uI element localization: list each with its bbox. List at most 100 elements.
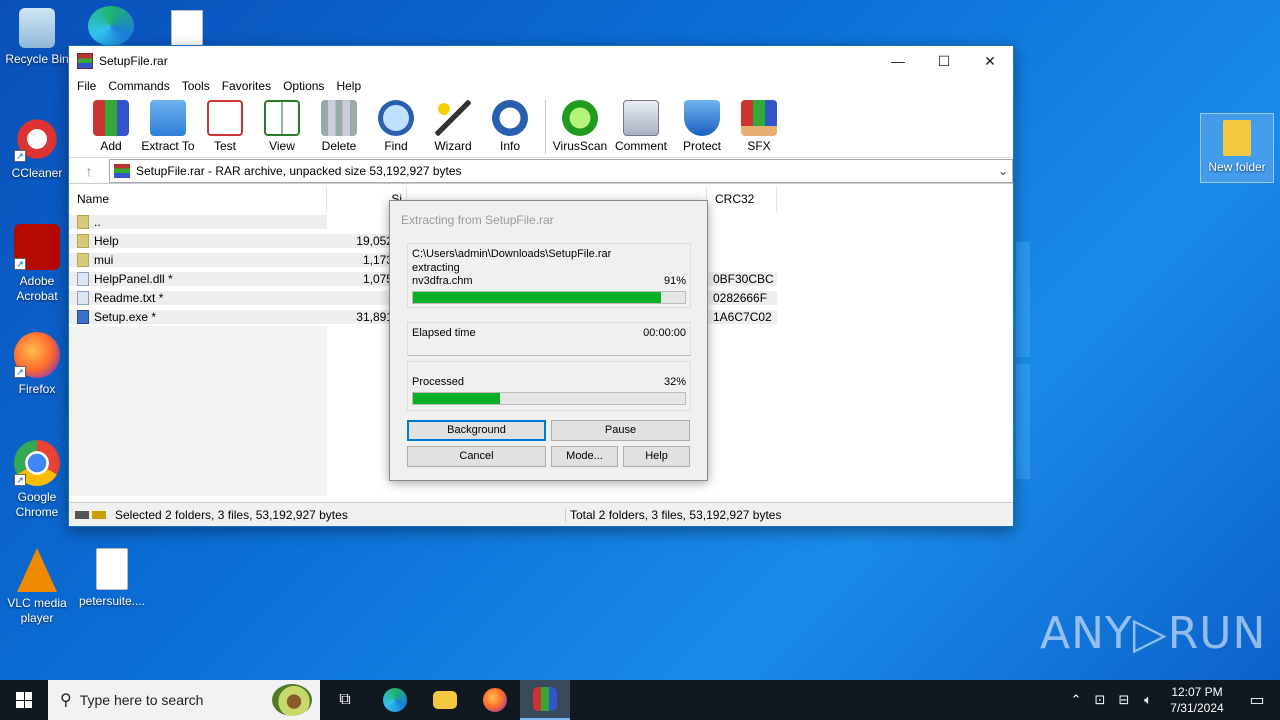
file-progress-bar — [412, 290, 686, 304]
start-button[interactable] — [0, 680, 48, 720]
menu-options[interactable]: Options — [277, 79, 330, 93]
menu-file[interactable]: File — [71, 79, 102, 93]
rar-archive-icon — [114, 163, 130, 178]
toolbar-add-button[interactable]: Add — [83, 100, 139, 153]
key-icon — [92, 510, 106, 519]
shortcut-arrow-icon: ↗ — [14, 150, 26, 162]
toolbar-label: Wizard — [434, 139, 472, 153]
folder-icon — [77, 252, 89, 267]
help-button[interactable]: Help — [623, 446, 690, 467]
image-file-desktop-icon[interactable] — [171, 10, 203, 46]
archive-path-field[interactable]: SetupFile.rar - RAR archive, unpacked si… — [109, 158, 1013, 183]
network-icon[interactable]: ⊟ — [1112, 692, 1136, 708]
taskbar-firefox[interactable] — [470, 680, 520, 720]
toolbar-label: Delete — [321, 139, 357, 153]
desktop-icon-petersuite[interactable]: petersuite.... — [76, 548, 148, 609]
magnifier-icon — [378, 100, 414, 136]
drive-icon — [75, 510, 89, 519]
clock[interactable]: 12:07 PM 7/31/2024 — [1160, 684, 1234, 716]
notification-icon[interactable]: ▭ — [1234, 690, 1280, 710]
comment-icon — [623, 100, 659, 136]
toolbar-comment-button[interactable]: Comment — [609, 100, 673, 153]
taskbar: ⚲ Type here to search ⧉ ⌃ ⊡ ⊟ 🔈︎ 12:07 P… — [0, 680, 1280, 720]
desktop-icon-recycle-bin[interactable]: Recycle Bin — [1, 8, 73, 67]
maximize-button[interactable]: ☐ — [921, 46, 967, 76]
archive-path-text: SetupFile.rar - RAR archive, unpacked si… — [136, 163, 462, 178]
archive-path: C:\Users\admin\Downloads\SetupFile.rar — [412, 248, 612, 260]
menu-commands[interactable]: Commands — [102, 79, 175, 93]
mode-button[interactable]: Mode... — [551, 446, 618, 467]
processed-progress-fill — [413, 392, 501, 404]
toolbar-find-button[interactable]: Find — [368, 100, 424, 153]
clock-time: 12:07 PM — [1171, 685, 1223, 699]
shortcut-arrow-icon: ↗ — [14, 258, 26, 270]
dialog-title[interactable]: Extracting from SetupFile.rar — [390, 201, 707, 237]
info-icon — [492, 100, 528, 136]
vlc-cone-icon — [17, 548, 57, 592]
menu-help[interactable]: Help — [330, 79, 367, 93]
edge-desktop-icon[interactable] — [88, 6, 134, 46]
toolbar-delete-button[interactable]: Delete — [311, 100, 367, 153]
toolbar-info-button[interactable]: Info — [482, 100, 538, 153]
status-bar: Selected 2 folders, 3 files, 53,192,927 … — [69, 502, 1013, 526]
trash-icon — [321, 100, 357, 136]
toolbar-virusscan-button[interactable]: VirusScan — [552, 100, 608, 153]
file-crc: 0282666F — [707, 290, 777, 305]
menu-tools[interactable]: Tools — [176, 79, 216, 93]
desktop-icon-new-folder[interactable]: New folder — [1200, 113, 1274, 183]
task-view-icon: ⧉ — [339, 691, 351, 708]
taskbar-file-explorer[interactable] — [420, 680, 470, 720]
volume-icon[interactable]: 🔈︎ — [1136, 692, 1160, 708]
folder-icon — [77, 214, 89, 229]
toolbar-sfx-button[interactable]: SFX — [731, 100, 787, 153]
file-crc: 1A6C7C02 — [707, 309, 777, 324]
toolbar-test-button[interactable]: Test — [197, 100, 253, 153]
toolbar-label: Test — [213, 139, 236, 153]
column-header-crc32[interactable]: CRC32 — [707, 186, 777, 212]
firefox-icon — [483, 688, 507, 712]
desktop-icon-ccleaner[interactable]: ↗ CCleaner — [1, 116, 73, 181]
recycle-bin-icon — [19, 8, 55, 48]
anyrun-watermark: ANY▷RUN — [1040, 608, 1267, 659]
background-button[interactable]: Background — [407, 420, 546, 441]
toolbar-extract-to-button[interactable]: Extract To — [140, 100, 196, 153]
up-arrow-icon[interactable]: ↑ — [69, 163, 109, 179]
minimize-button[interactable]: — — [875, 46, 921, 76]
desktop-icon-firefox[interactable]: ↗ Firefox — [1, 332, 73, 397]
desktop-icon-label: Adobe Acrobat — [16, 274, 58, 303]
desktop-icon-vlc[interactable]: VLC media player — [1, 548, 73, 626]
close-button[interactable]: ✕ — [967, 46, 1013, 76]
device-icon[interactable]: ⊡ — [1088, 692, 1112, 708]
processed-progress-bar — [412, 391, 686, 405]
chevron-up-icon[interactable]: ⌃ — [1064, 692, 1088, 708]
sfx-box-icon — [741, 100, 777, 136]
menu-favorites[interactable]: Favorites — [216, 79, 277, 93]
elapsed-label: Elapsed time — [412, 327, 476, 339]
desktop-icon-label: New folder — [1208, 160, 1266, 174]
column-header-name[interactable]: Name — [69, 186, 327, 212]
chevron-down-icon[interactable]: ⌄ — [994, 164, 1012, 178]
file-name: Help — [94, 233, 119, 248]
shield-icon — [684, 100, 720, 136]
taskbar-search-box[interactable]: ⚲ Type here to search — [48, 680, 320, 720]
toolbar-label: Info — [499, 139, 520, 153]
desktop-light-beam — [1016, 364, 1030, 479]
toolbar-view-button[interactable]: View — [254, 100, 310, 153]
pause-button[interactable]: Pause — [551, 420, 690, 441]
toolbar-protect-button[interactable]: Protect — [674, 100, 730, 153]
task-view-button[interactable]: ⧉ — [320, 680, 370, 720]
desktop-icon-google-chrome[interactable]: ↗ Google Chrome — [1, 440, 73, 520]
toolbar-wizard-button[interactable]: Wizard — [425, 100, 481, 153]
taskbar-winrar[interactable] — [520, 680, 570, 720]
toolbar-label: View — [269, 139, 295, 153]
toolbar-label: Protect — [682, 139, 721, 153]
taskbar-edge[interactable] — [370, 680, 420, 720]
cancel-button[interactable]: Cancel — [407, 446, 546, 467]
desktop-icon-label: petersuite.... — [78, 594, 146, 608]
exe-file-icon — [77, 309, 89, 324]
window-titlebar[interactable]: SetupFile.rar — ☐ ✕ — [69, 46, 1013, 76]
file-name: HelpPanel.dll * — [94, 271, 173, 286]
desktop-icon-label: Firefox — [18, 382, 56, 396]
desktop-icon-adobe-acrobat[interactable]: ↗ Adobe Acrobat — [1, 224, 73, 304]
system-tray: ⌃ ⊡ ⊟ 🔈︎ 12:07 PM 7/31/2024 ▭ — [1064, 680, 1280, 720]
